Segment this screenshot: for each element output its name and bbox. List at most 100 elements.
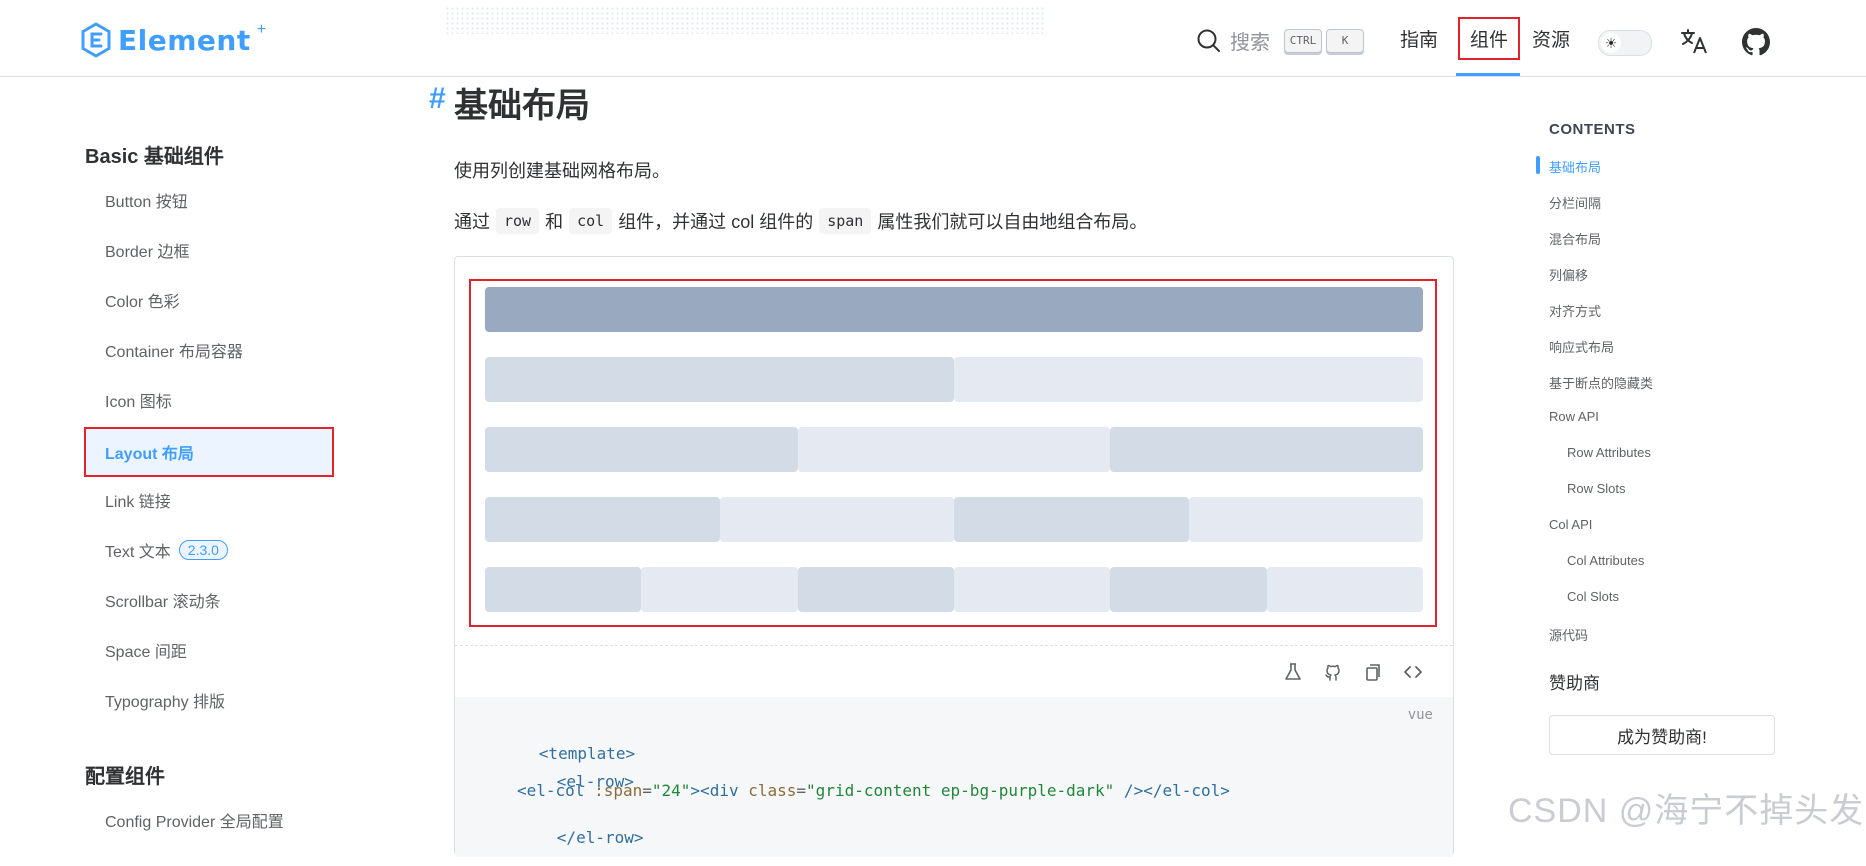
logo-link[interactable]: Element + xyxy=(80,21,267,58)
kbd-ctrl: CTRL xyxy=(1284,28,1322,53)
toc-subitem[interactable]: Row Slots xyxy=(1567,481,1626,496)
demo-card: vue <template> <el-row> <el-col :span="2… xyxy=(454,256,1454,857)
sidebar-item-scrollbar[interactable]: Scrollbar 滚动条 xyxy=(85,576,333,624)
text-segment: 和 xyxy=(545,212,564,232)
nav-component[interactable]: 组件 xyxy=(1458,0,1520,76)
sidebar-item-layout[interactable]: Layout 布局 xyxy=(84,427,334,477)
code-toggle-icon[interactable] xyxy=(1403,662,1423,682)
element-logo-icon xyxy=(81,22,111,58)
copy-icon[interactable] xyxy=(1363,662,1383,682)
sidebar-group-title: 配置组件 xyxy=(85,766,165,788)
code-tag: </el-row> xyxy=(556,828,644,847)
toc-item[interactable]: 混合布局 xyxy=(1549,229,1601,248)
code-string: "grid-content ep-bg-purple-dark" xyxy=(806,781,1115,800)
sidebar-item-label: Scrollbar 滚动条 xyxy=(105,594,221,611)
search-button[interactable]: 搜索 CTRL K xyxy=(1196,26,1364,55)
toc-subitem[interactable]: Col Slots xyxy=(1567,589,1619,604)
toc-item[interactable]: 源代码 xyxy=(1549,625,1588,644)
grid-col xyxy=(797,567,954,612)
grid-col xyxy=(485,427,798,472)
code-punc: = xyxy=(796,781,807,800)
inline-code: span xyxy=(819,208,872,234)
toc-item[interactable]: Col API xyxy=(1549,517,1592,532)
code-attr: :span xyxy=(594,781,643,800)
search-placeholder: 搜索 xyxy=(1230,32,1270,54)
github-icon[interactable] xyxy=(1323,662,1343,682)
sidebar-item-label: Typography 排版 xyxy=(105,694,226,711)
nav-guide[interactable]: 指南 xyxy=(1400,0,1438,76)
code-tag: <div xyxy=(700,781,739,800)
header-decoration xyxy=(445,6,1045,34)
heading-anchor-link[interactable]: # xyxy=(429,82,446,116)
demo-row xyxy=(485,357,1423,402)
code-attr: class xyxy=(748,781,797,800)
description-paragraph: 通过 row 和 col 组件，并通过 col 组件的 span 属性我们就可以… xyxy=(454,208,1147,234)
sidebar-item-label: Layout 布局 xyxy=(105,446,194,463)
sidebar-item-label: Config Provider 全局配置 xyxy=(105,814,284,831)
grid-col xyxy=(1188,497,1423,542)
toc-subitem[interactable]: Row Attributes xyxy=(1567,445,1651,460)
sidebar: Basic 基础组件 Button 按钮 Border 边框 Color 色彩 … xyxy=(0,76,400,837)
sidebar-item-link[interactable]: Link 链接 xyxy=(85,476,333,524)
sidebar-item-label: Link 链接 xyxy=(105,494,171,511)
theme-toggle[interactable]: ☀ xyxy=(1598,30,1652,56)
toc-item[interactable]: 基于断点的隐藏类 xyxy=(1549,373,1653,392)
sidebar-item-label: Space 间距 xyxy=(105,644,187,661)
demo-row xyxy=(485,497,1423,542)
github-icon[interactable] xyxy=(1742,28,1770,56)
toc-item[interactable]: 对齐方式 xyxy=(1549,301,1601,320)
sidebar-item-button[interactable]: Button 按钮 xyxy=(85,176,333,224)
sidebar-item-label: Text 文本 xyxy=(105,544,171,561)
sponsor-title: 赞助商 xyxy=(1549,674,1600,693)
sidebar-item-border[interactable]: Border 边框 xyxy=(85,226,333,274)
sidebar-item-label: Border 边框 xyxy=(105,244,190,261)
grid-col xyxy=(1110,567,1267,612)
demo-toolbar xyxy=(455,645,1453,697)
grid-col xyxy=(954,497,1189,542)
toc-item[interactable]: 响应式布局 xyxy=(1549,337,1614,356)
toc-title: CONTENTS xyxy=(1549,121,1636,138)
sidebar-item-text[interactable]: Text 文本 2.3.0 xyxy=(85,526,333,574)
grid-col xyxy=(719,497,954,542)
sidebar-group-title: Basic 基础组件 xyxy=(85,146,224,168)
text-segment: 组件，并通过 col 组件的 xyxy=(618,212,814,232)
demo-preview xyxy=(469,279,1437,627)
sidebar-item-color[interactable]: Color 色彩 xyxy=(85,276,333,324)
sidebar-item-container[interactable]: Container 布局容器 xyxy=(85,326,333,374)
grid-col xyxy=(485,567,642,612)
grid-col xyxy=(1110,427,1423,472)
nav-active-indicator xyxy=(1456,73,1520,76)
grid-col xyxy=(485,497,720,542)
translate-icon[interactable] xyxy=(1680,27,1708,55)
code-punc: = xyxy=(642,781,652,800)
code-language-label: vue xyxy=(1407,707,1433,723)
inline-code: col xyxy=(569,208,613,234)
grid-col xyxy=(485,357,954,402)
text-segment: 属性我们就可以自由地组合布局。 xyxy=(877,212,1148,232)
kbd-k: K xyxy=(1326,28,1364,53)
sidebar-item-label: Container 布局容器 xyxy=(105,344,243,361)
become-sponsor-button[interactable]: 成为赞助商! xyxy=(1549,715,1775,755)
grid-col xyxy=(953,567,1111,612)
intro-paragraph: 使用列创建基础网格布局。 xyxy=(454,161,670,181)
toc-item[interactable]: 基础布局 xyxy=(1549,157,1601,176)
toc-subitem[interactable]: Col Attributes xyxy=(1567,553,1644,568)
sidebar-item-typography[interactable]: Typography 排版 xyxy=(85,676,333,724)
sidebar-item-icon[interactable]: Icon 图标 xyxy=(85,376,333,424)
code-tag: <el-col xyxy=(517,781,585,800)
code-string: "24" xyxy=(651,781,691,800)
sidebar-item-space[interactable]: Space 间距 xyxy=(85,626,333,674)
toc-item[interactable]: 分栏间隔 xyxy=(1549,193,1601,212)
version-badge: 2.3.0 xyxy=(178,540,228,560)
grid-col xyxy=(485,287,1423,332)
logo-plus: + xyxy=(256,21,267,38)
code-tag: </el-col> xyxy=(1143,781,1230,800)
grid-col xyxy=(954,357,1423,402)
toc-item[interactable]: 列偏移 xyxy=(1549,265,1588,284)
toc-item[interactable]: Row API xyxy=(1549,409,1599,424)
demo-row xyxy=(485,567,1423,612)
demo-row xyxy=(485,427,1423,472)
nav-resource[interactable]: 资源 xyxy=(1532,0,1570,76)
playground-icon[interactable] xyxy=(1283,662,1303,682)
sidebar-item-label: Color 色彩 xyxy=(105,294,180,311)
